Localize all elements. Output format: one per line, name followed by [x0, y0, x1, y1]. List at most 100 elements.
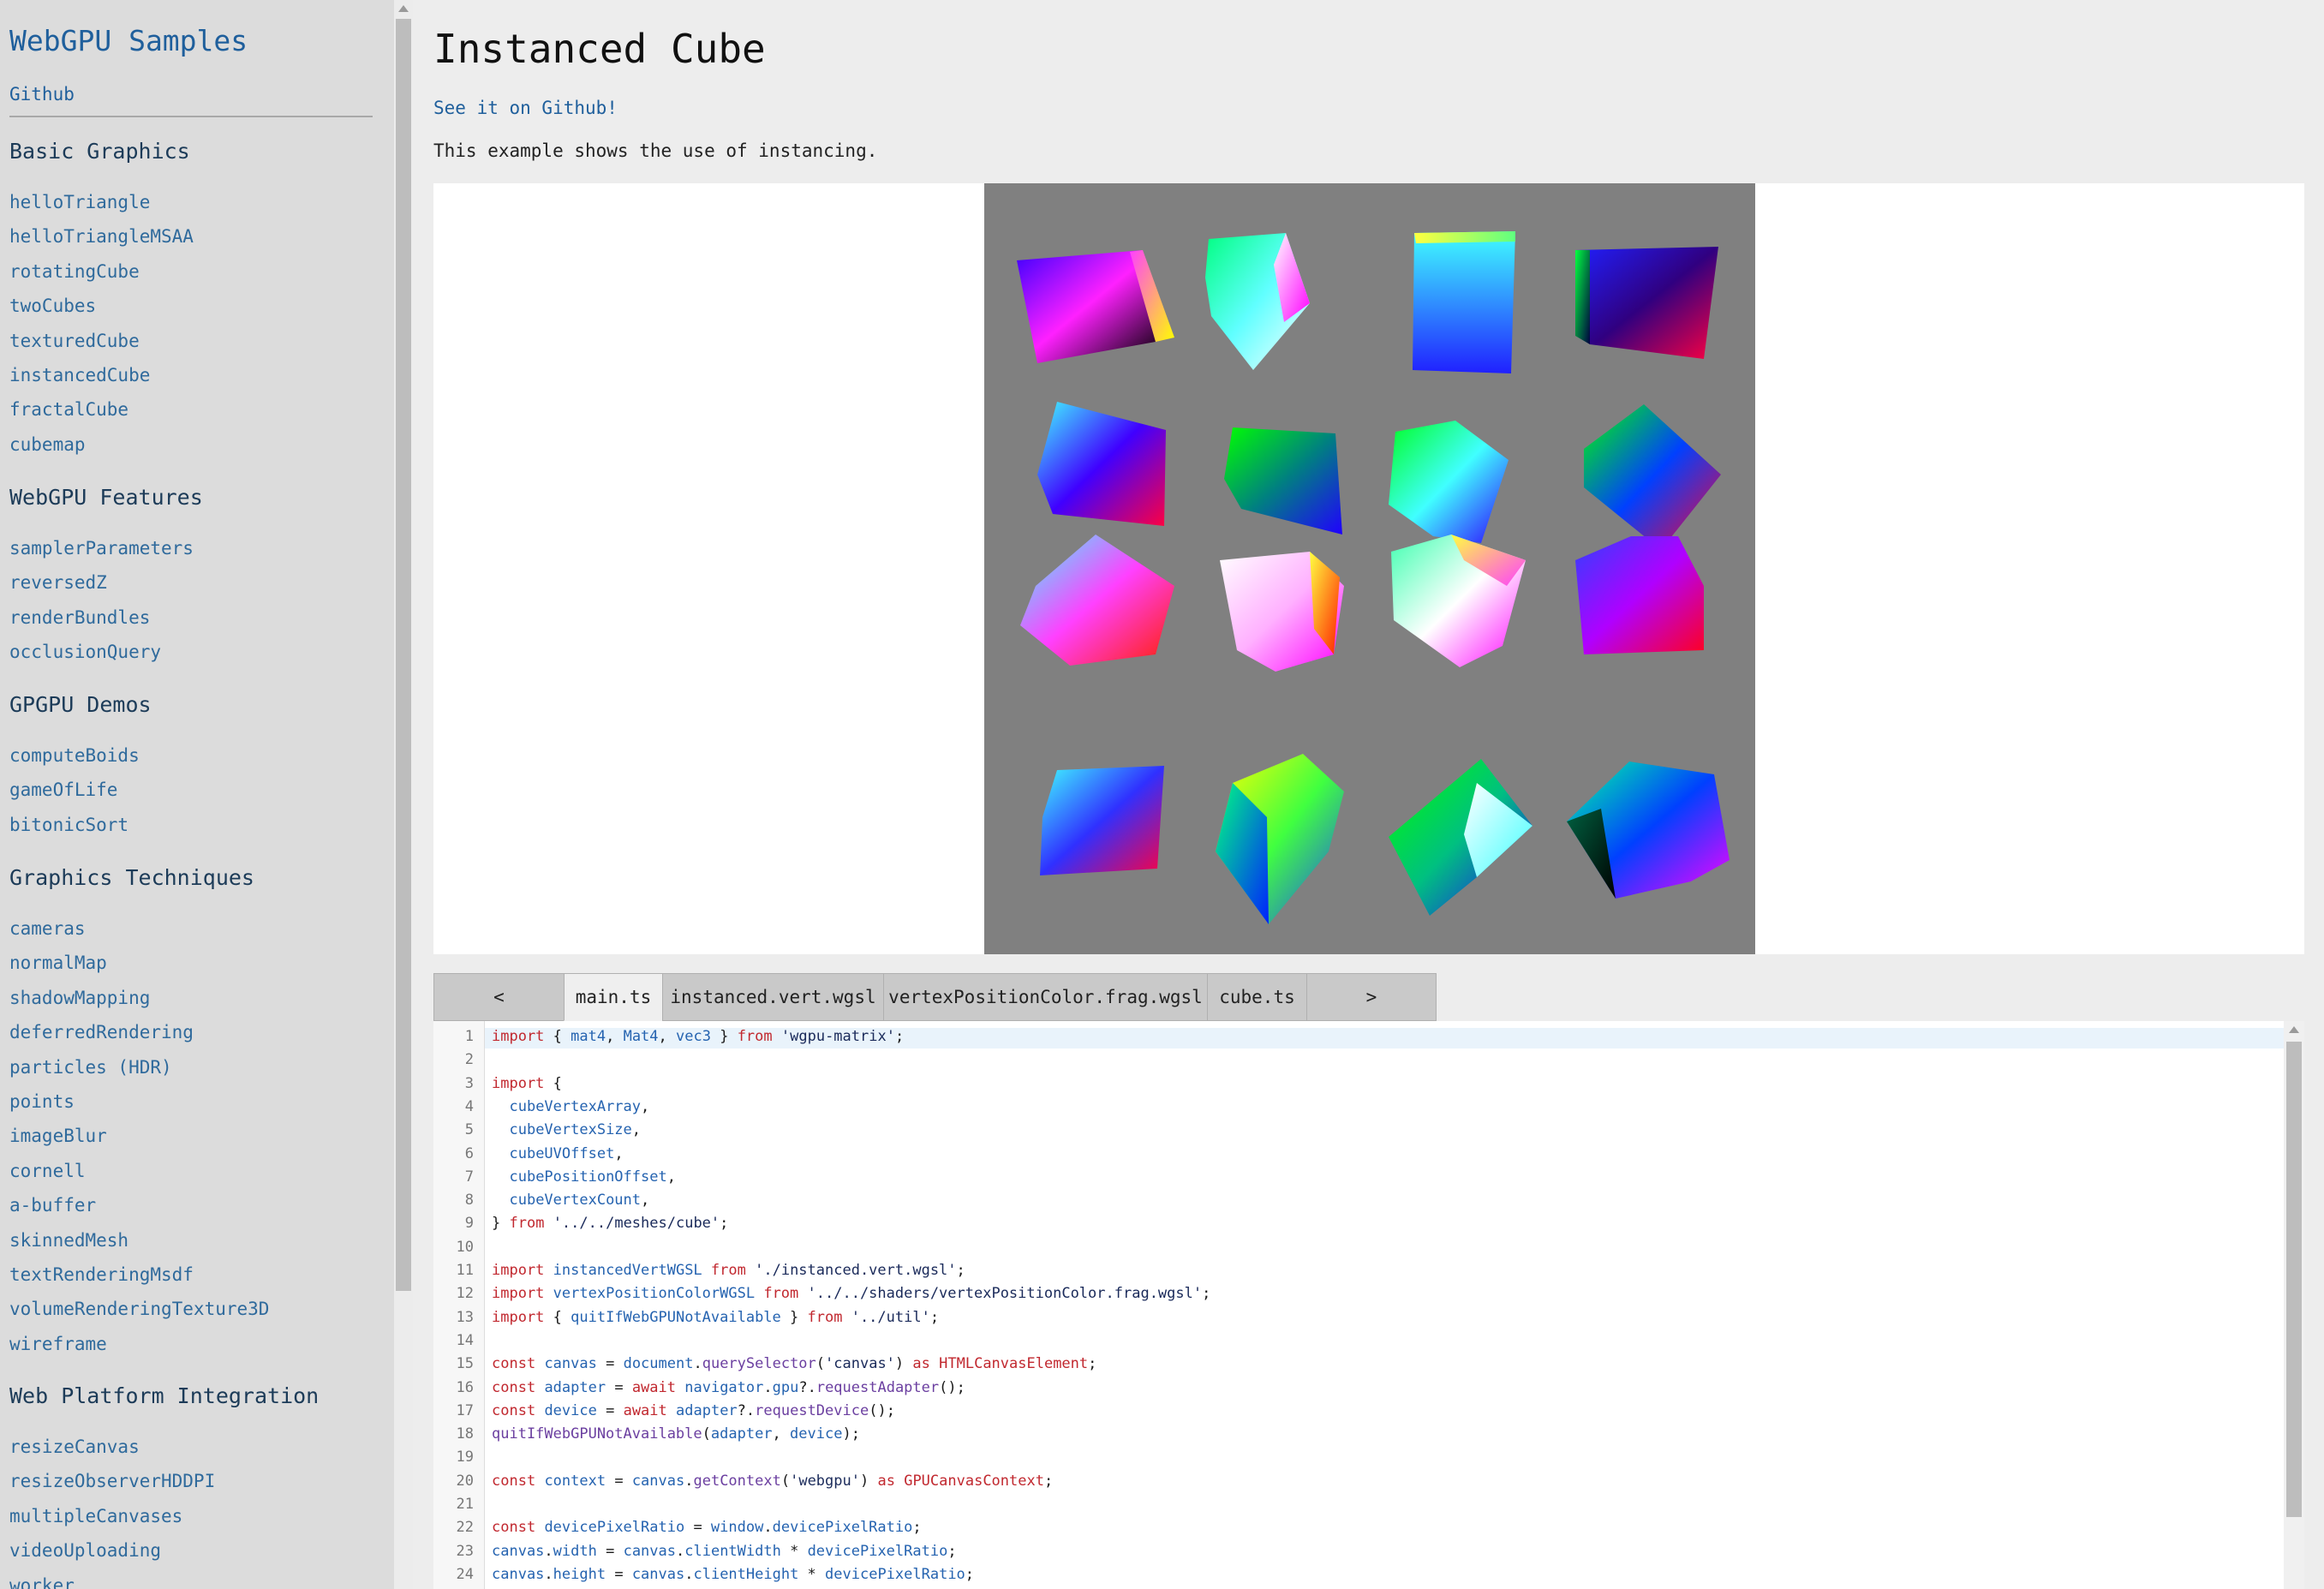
sidebar-item-rotatingcube[interactable]: rotatingCube [9, 261, 140, 282]
site-title-link[interactable]: WebGPU Samples [9, 24, 248, 57]
code-token: instancedVertWGSL [553, 1262, 702, 1279]
code-token: . [763, 1519, 773, 1537]
scroll-up-arrow-icon[interactable] [398, 5, 409, 12]
code-token: devicePixelRatio [772, 1519, 913, 1537]
sidebar-item-occlusionquery[interactable]: occlusionQuery [9, 642, 161, 662]
code-token: '../../shaders/vertexPositionColor.frag.… [807, 1285, 1203, 1303]
sidebar-item-hellotriangle[interactable]: helloTriangle [9, 192, 150, 212]
code-token: requestAdapter [815, 1378, 940, 1396]
code-scrollbar[interactable] [2284, 1021, 2304, 1589]
code-token: , [658, 1028, 677, 1045]
tab-instanced-vert-wgsl[interactable]: instanced.vert.wgsl [662, 973, 883, 1021]
code-token: '../../meshes/cube' [553, 1215, 720, 1233]
scroll-up-arrow-icon[interactable] [2289, 1026, 2299, 1033]
sidebar-item-multiplecanvases[interactable]: multipleCanvases [9, 1506, 182, 1526]
code-token: document [623, 1355, 694, 1373]
sidebar-item-instancedcube[interactable]: instancedCube [9, 365, 150, 385]
code-token: adapter [676, 1401, 738, 1419]
line-number: 12 [456, 1285, 474, 1303]
line-number: 23 [456, 1542, 474, 1560]
code-line: import { quitIfWebGPUNotAvailable } from… [492, 1309, 939, 1326]
sidebar-item-fractalcube[interactable]: fractalCube [9, 399, 128, 420]
sidebar-item-resizeobserverhddpi[interactable]: resizeObserverHDDPI [9, 1471, 215, 1491]
code-token: (); [869, 1401, 895, 1419]
sidebar-item-shadowmapping[interactable]: shadowMapping [9, 988, 150, 1008]
github-link[interactable]: Github [9, 84, 75, 105]
code-token: window [710, 1519, 764, 1537]
cube-6 [1224, 427, 1342, 535]
sidebar-item-resizecanvas[interactable]: resizeCanvas [9, 1437, 140, 1457]
sidebar-item-samplerparameters[interactable]: samplerParameters [9, 538, 194, 559]
code-token: ) [859, 1472, 878, 1490]
sidebar-item-renderbundles[interactable]: renderBundles [9, 607, 150, 628]
sidebar-item-normalmap[interactable]: normalMap [9, 953, 107, 973]
cube-16 [1567, 762, 1730, 899]
sidebar-item-wireframe[interactable]: wireframe [9, 1334, 107, 1354]
cube-13 [1040, 766, 1164, 875]
line-number: 22 [456, 1519, 474, 1537]
sidebar-item-a-buffer[interactable]: a-buffer [9, 1195, 96, 1216]
code-token: import [492, 1074, 545, 1092]
code-token: await [631, 1378, 676, 1396]
code-token: = [606, 1565, 632, 1583]
cube-3 [1413, 231, 1515, 373]
sidebar-item-bitonicsort[interactable]: bitonicSort [9, 815, 128, 835]
sidebar-item-deferredrendering[interactable]: deferredRendering [9, 1022, 194, 1042]
sidebar-item-volumerenderingtexture3d[interactable]: volumeRenderingTexture3D [9, 1299, 269, 1319]
code-token: querySelector [702, 1355, 816, 1373]
code-token: canvas [544, 1355, 597, 1373]
code-token: devicePixelRatio [544, 1519, 685, 1537]
sidebar-item-gameoflife[interactable]: gameOfLife [9, 780, 117, 800]
code-line: cubeVertexArray, [492, 1098, 649, 1115]
sidebar-item-computeboids[interactable]: computeBoids [9, 745, 140, 766]
sidebar-item-particles-hdr[interactable]: particles (HDR) [9, 1057, 172, 1078]
code-token: height [553, 1565, 606, 1583]
tab-main-ts[interactable]: main.ts [564, 973, 662, 1021]
code-token: quitIfWebGPUNotAvailable [571, 1308, 781, 1326]
webgpu-canvas[interactable] [984, 183, 1755, 954]
code-editor[interactable]: 1 2 3 4 5 6 7 8 9 10 11 12 13 14 15 16 17 18 19 20 21 22 23 24 … [433, 1021, 2304, 1589]
code-token: { [544, 1074, 562, 1092]
sidebar-item-textrenderingmsdf[interactable]: textRenderingMsdf [9, 1264, 194, 1285]
sidebar-scrollbar[interactable] [394, 0, 413, 1589]
tab-vertex-position-color-frag-wgsl[interactable]: vertexPositionColor.frag.wgsl [883, 973, 1207, 1021]
code-line: cubeVertexCount, [492, 1192, 649, 1209]
sidebar-item-skinnedmesh[interactable]: skinnedMesh [9, 1230, 128, 1251]
tabs-prev-button[interactable]: < [433, 973, 564, 1021]
sidebar-item-hellotrianglemsaa[interactable]: helloTriangleMSAA [9, 226, 194, 247]
code-line: import { [492, 1075, 562, 1092]
code-token: from [763, 1285, 799, 1303]
code-token: ; [894, 1028, 905, 1045]
code-token: = [596, 1401, 624, 1419]
sidebar-item-twocubes[interactable]: twoCubes [9, 296, 96, 316]
code-token: , [631, 1121, 642, 1139]
sidebar-item-imageblur[interactable]: imageBlur [9, 1126, 107, 1146]
code-token: const [492, 1401, 536, 1419]
sidebar-item-cameras[interactable]: cameras [9, 918, 86, 939]
page-title: Instanced Cube [433, 26, 766, 72]
sidebar-item-worker[interactable]: worker [9, 1575, 75, 1589]
sidebar-item-videouploading[interactable]: videoUploading [9, 1540, 161, 1561]
sidebar-item-reversedz[interactable]: reversedZ [9, 572, 107, 593]
sidebar-item-cornell[interactable]: cornell [9, 1161, 86, 1181]
sidebar-item-cubemap[interactable]: cubemap [9, 434, 86, 455]
sidebar: WebGPU Samples Github Basic Graphics hell… [0, 0, 394, 1589]
code-token: * [798, 1565, 826, 1583]
scrollbar-thumb[interactable] [2286, 1042, 2302, 1517]
code-token: . [544, 1542, 553, 1560]
sidebar-item-texturedcube[interactable]: texturedCube [9, 331, 140, 351]
github-source-link[interactable]: See it on Github! [433, 98, 618, 118]
sidebar-item-points[interactable]: points [9, 1091, 75, 1112]
code-token: , [606, 1028, 624, 1045]
tabs-next-button[interactable]: > [1306, 973, 1437, 1021]
line-number: 7 [464, 1168, 474, 1186]
tab-cube-ts[interactable]: cube.ts [1207, 973, 1306, 1021]
scrollbar-thumb[interactable] [396, 19, 411, 1291]
